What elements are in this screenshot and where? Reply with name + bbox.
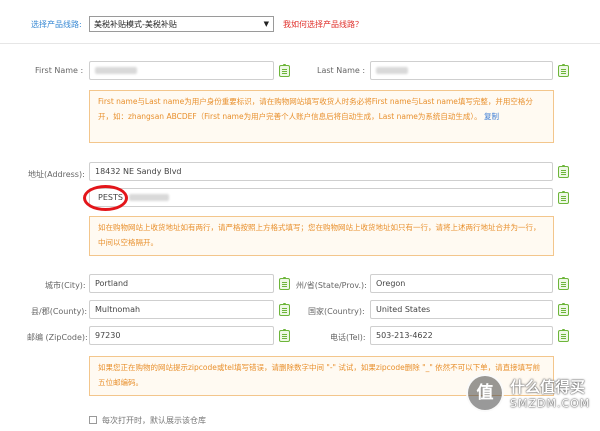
city-label: 城市(City): — [45, 281, 86, 290]
paste-icon[interactable] — [558, 277, 569, 290]
address-notice-text: 如在购物网站上收货地址如有两行，请严格按照上方格式填写；您在购物网站上收货地址如… — [98, 223, 541, 247]
last-name-value-redacted — [376, 67, 408, 74]
state-label: 州/省(State/Prov.): — [296, 281, 367, 290]
address-line1-value: 18432 NE Sandy Blvd — [95, 167, 182, 176]
paste-icon[interactable] — [558, 303, 569, 316]
zip-label: 邮编 (ZipCode): — [27, 333, 88, 342]
country-label: 国家(Country): — [308, 307, 365, 316]
address-line2-redacted — [129, 194, 170, 201]
tel-value: 503-213-4622 — [376, 331, 433, 340]
paste-icon[interactable] — [279, 64, 290, 77]
paste-icon[interactable] — [279, 303, 290, 316]
zip-value: 97230 — [95, 331, 121, 340]
highlight-circle — [83, 185, 128, 211]
name-notice: First name与Last name为用户身份重要标识，请在购物网站填写收货… — [89, 90, 554, 143]
last-name-label: Last Name : — [317, 66, 366, 75]
last-name-input[interactable] — [370, 61, 553, 80]
watermark-text: 什么值得买 — [510, 378, 586, 396]
first-name-label: First Name : — [35, 66, 84, 75]
address-line2-input[interactable]: PESTS — [89, 188, 553, 207]
country-value: United States — [376, 305, 431, 314]
first-name-input[interactable] — [89, 61, 274, 80]
name-notice-text: First name与Last name为用户身份重要标识，请在购物网站填写收货… — [98, 97, 533, 121]
default-warehouse-label: 每次打开时，默认展示该仓库 — [102, 416, 206, 425]
route-help-link[interactable]: 我如何选择产品线路？ — [283, 19, 363, 30]
watermark-site: SMZDM.COM — [510, 397, 591, 410]
tel-label: 电话(Tel): — [330, 333, 366, 342]
first-name-value-redacted — [95, 67, 137, 74]
county-input[interactable]: Multnomah — [89, 300, 274, 319]
route-select-value: 美税补贴模式-美税补贴 — [94, 20, 177, 29]
country-input[interactable]: United States — [370, 300, 553, 319]
route-label: 选择产品线路: — [31, 20, 82, 29]
copy-link[interactable]: 复制 — [484, 112, 499, 121]
city-value: Portland — [95, 279, 129, 288]
site-watermark: 值 什么值得买 SMZDM.COM — [464, 370, 594, 426]
tel-input[interactable]: 503-213-4622 — [370, 326, 553, 345]
address-notice: 如在购物网站上收货地址如有两行，请严格按照上方格式填写；您在购物网站上收货地址如… — [89, 216, 554, 256]
divider — [0, 43, 600, 44]
paste-icon[interactable] — [279, 329, 290, 342]
address-label: 地址(Address): — [28, 170, 85, 179]
route-select[interactable]: 美税补贴模式-美税补贴 ▼ — [89, 16, 274, 32]
paste-icon[interactable] — [558, 64, 569, 77]
county-label: 县/郡(County): — [31, 307, 88, 316]
city-input[interactable]: Portland — [89, 274, 274, 293]
paste-icon[interactable] — [558, 329, 569, 342]
default-warehouse-checkbox[interactable] — [89, 416, 97, 424]
paste-icon[interactable] — [279, 277, 290, 290]
watermark-logo-icon: 值 — [466, 374, 504, 412]
paste-icon[interactable] — [558, 191, 569, 204]
zip-input[interactable]: 97230 — [89, 326, 274, 345]
chevron-down-icon: ▼ — [263, 20, 269, 28]
state-value: Oregon — [376, 279, 406, 288]
paste-icon[interactable] — [558, 165, 569, 178]
county-value: Multnomah — [95, 305, 141, 314]
address-line1-input[interactable]: 18432 NE Sandy Blvd — [89, 162, 553, 181]
state-input[interactable]: Oregon — [370, 274, 553, 293]
